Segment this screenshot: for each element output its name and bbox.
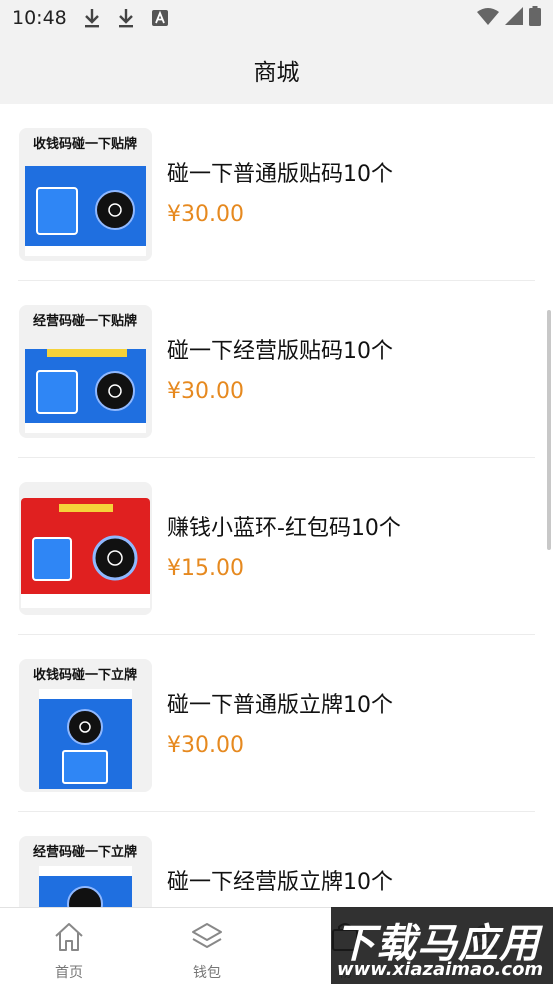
download-icon bbox=[81, 7, 103, 29]
product-item[interactable]: 赚钱小蓝环-红包码10个 ¥15.00 bbox=[0, 458, 553, 635]
product-price: ¥30.00 bbox=[167, 379, 244, 404]
product-price: ¥30.00 bbox=[167, 202, 244, 227]
nav-item-wallet[interactable]: 钱包 bbox=[138, 908, 276, 984]
home-icon bbox=[55, 923, 83, 951]
product-item[interactable]: 经营码碰一下贴牌 碰一下经营版贴码10个 ¥30.00 bbox=[0, 281, 553, 458]
product-name: 碰一下经营版贴码10个 bbox=[167, 339, 393, 364]
product-thumbnail: 经营码碰一下贴牌 bbox=[19, 305, 152, 438]
wifi-icon bbox=[477, 7, 499, 29]
product-name: 碰一下普通版贴码10个 bbox=[167, 162, 393, 187]
product-price: ¥30.00 bbox=[167, 733, 244, 758]
battery-icon bbox=[529, 6, 541, 30]
product-thumbnail: 经营码碰一下立牌 bbox=[19, 836, 152, 907]
layers-icon bbox=[192, 923, 222, 948]
scrollbar[interactable] bbox=[547, 310, 551, 550]
thumb-title: 经营码碰一下贴牌 bbox=[33, 313, 137, 329]
watermark: 下载马应用 www.xiazaimao.com bbox=[331, 907, 553, 984]
watermark-url: www.xiazaimao.com bbox=[337, 959, 544, 980]
signal-icon bbox=[505, 7, 523, 29]
app-header: 商城 bbox=[0, 36, 553, 104]
product-list[interactable]: 收钱码碰一下贴牌 碰一下普通版贴码10个 ¥30.00 经营码碰一下贴牌 碰一下… bbox=[0, 104, 553, 907]
thumb-title: 经营码碰一下立牌 bbox=[33, 844, 137, 860]
product-item[interactable]: 收钱码碰一下贴牌 碰一下普通版贴码10个 ¥30.00 bbox=[0, 104, 553, 281]
product-thumbnail bbox=[19, 482, 152, 615]
status-bar: 10:48 bbox=[0, 0, 553, 36]
thumb-title: 收钱码碰一下立牌 bbox=[33, 667, 137, 683]
nav-label: 首页 bbox=[55, 965, 83, 981]
product-thumbnail: 收钱码碰一下立牌 bbox=[19, 659, 152, 792]
nav-label: 钱包 bbox=[193, 965, 221, 981]
font-a-icon bbox=[149, 7, 171, 29]
thumb-title: 收钱码碰一下贴牌 bbox=[33, 136, 137, 152]
product-thumbnail: 收钱码碰一下贴牌 bbox=[19, 128, 152, 261]
product-item[interactable]: 经营码碰一下立牌 碰一下经营版立牌10个 bbox=[0, 812, 553, 907]
page-title: 商城 bbox=[253, 60, 300, 86]
nav-item-home[interactable]: 首页 bbox=[0, 908, 138, 984]
status-time: 10:48 bbox=[12, 7, 67, 29]
product-name: 碰一下经营版立牌10个 bbox=[167, 870, 393, 895]
product-price: ¥15.00 bbox=[167, 556, 244, 581]
product-item[interactable]: 收钱码碰一下立牌 碰一下普通版立牌10个 ¥30.00 bbox=[0, 635, 553, 812]
product-name: 碰一下普通版立牌10个 bbox=[167, 693, 393, 718]
download-icon bbox=[115, 7, 137, 29]
product-name: 赚钱小蓝环-红包码10个 bbox=[167, 516, 401, 541]
